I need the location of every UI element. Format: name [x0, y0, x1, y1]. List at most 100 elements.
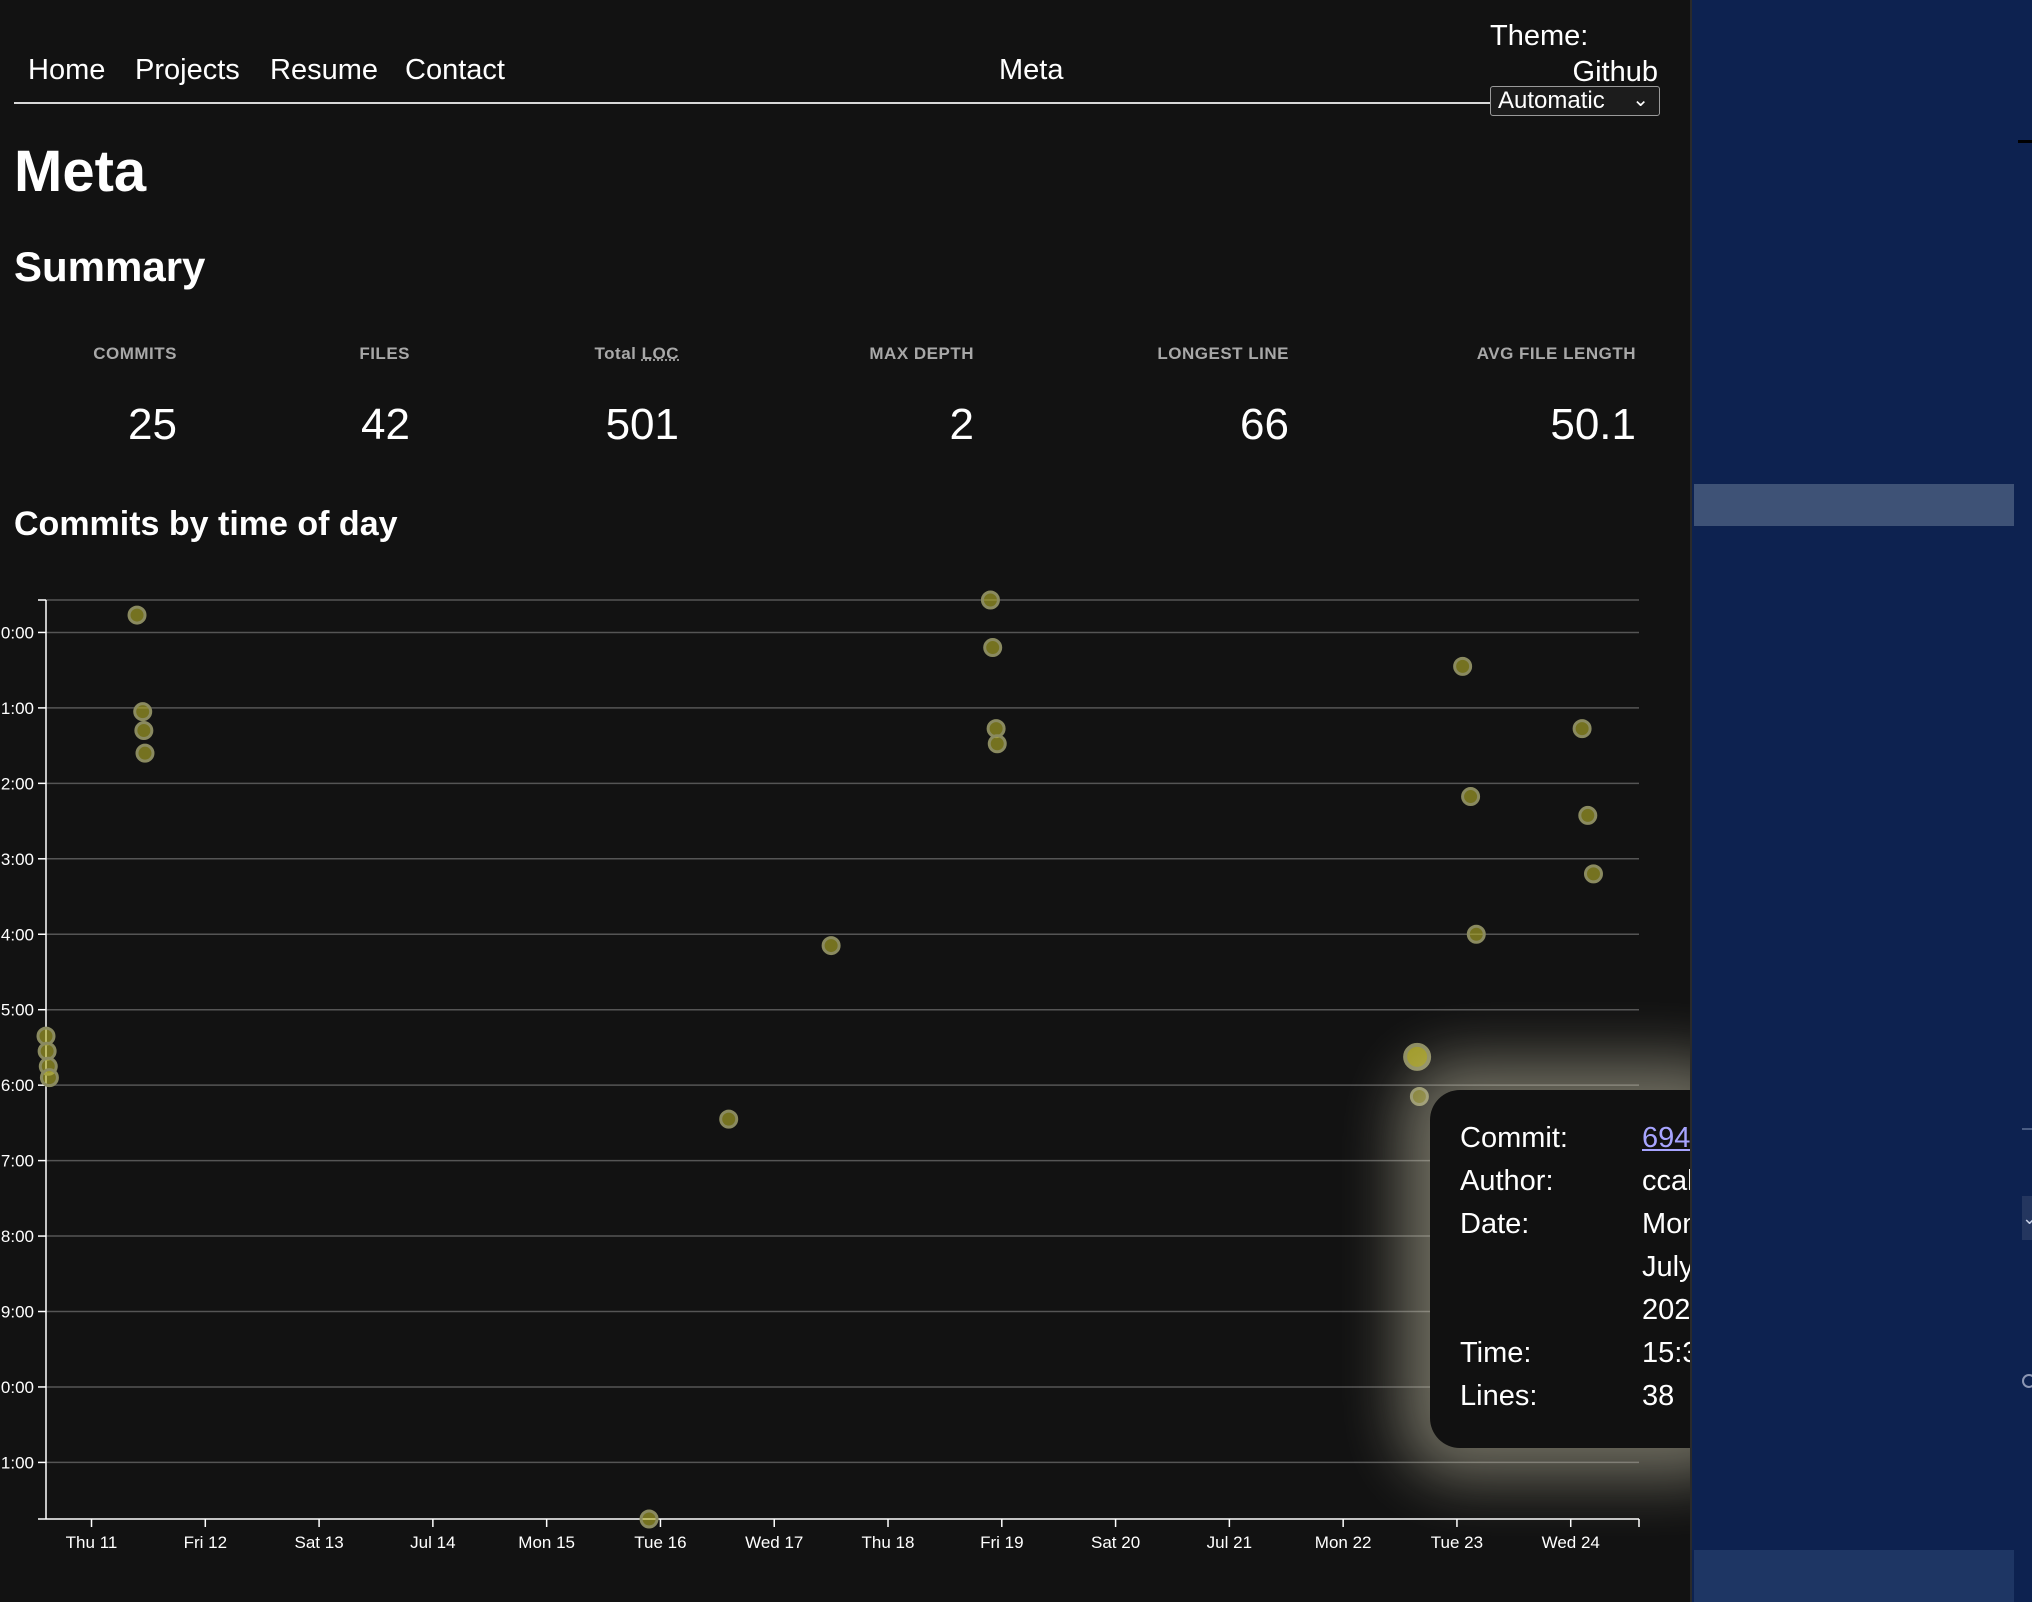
stat-label: COMMITS [93, 344, 177, 363]
commit-dot[interactable] [1409, 1086, 1429, 1106]
x-tick-label: Jul 14 [410, 1533, 455, 1552]
tooltip-time-label: Time: [1460, 1337, 1532, 1369]
tooltip-date-line3: 202 [1642, 1294, 1690, 1326]
tooltip-author-label: Author: [1460, 1165, 1554, 1197]
theme-label-github: Github [1572, 56, 1658, 88]
nav-contact-link[interactable]: Contact [405, 54, 505, 87]
commit-dot[interactable] [1453, 656, 1473, 676]
commit-dot[interactable] [1578, 805, 1598, 825]
chart-gridlines [46, 599, 1639, 1464]
tooltip-lines-label: Lines: [1460, 1380, 1538, 1412]
stat-label: FILES [359, 344, 410, 363]
commit-dot[interactable] [1466, 924, 1486, 944]
x-tick-label: Mon 15 [518, 1533, 575, 1552]
nav-home-link[interactable]: Home [28, 54, 105, 87]
commit-dot[interactable] [639, 1509, 659, 1529]
commit-dot[interactable] [986, 719, 1006, 739]
stat-max-depth: MAX DEPTH 2 [869, 344, 974, 450]
y-tick-label: 1:00 [1, 699, 34, 718]
commit-dot[interactable] [983, 638, 1003, 658]
y-tick-label: 7:00 [1, 1152, 34, 1171]
tooltip-date-line2: July [1642, 1251, 1690, 1283]
tooltip-lines-value: 38 [1642, 1380, 1675, 1412]
commit-dot[interactable] [135, 743, 155, 763]
commit-dot[interactable] [987, 734, 1007, 754]
summary-heading: Summary [14, 243, 206, 290]
stat-label: LONGEST LINE [1157, 344, 1289, 363]
commit-dot[interactable] [719, 1109, 739, 1129]
x-tick-label: Jul 21 [1207, 1533, 1252, 1552]
nav-meta-link[interactable]: Meta [999, 54, 1063, 87]
stat-commits: COMMITS 25 [93, 344, 177, 450]
commit-dot[interactable] [980, 590, 1000, 610]
x-tick-label: Tue 16 [634, 1533, 686, 1552]
tooltip-author-value: ccal [1642, 1165, 1690, 1197]
stat-value: 501 [605, 400, 679, 449]
chart-x-axis: Thu 11 Fri 12 Sat 13 Jul 14 Mon 15 Tue 16 Wed … [46, 1518, 1640, 1552]
panel-highlight-band [1694, 484, 2014, 526]
stat-label-prefix: Total [594, 344, 642, 363]
tooltip-date-line1: Mon [1642, 1208, 1690, 1240]
commit-dot[interactable] [1403, 1042, 1432, 1071]
x-tick-label: Fri 19 [980, 1533, 1023, 1552]
y-tick-label: 1:00 [1, 1453, 34, 1472]
tooltip-commit-link[interactable]: 694 [1642, 1122, 1690, 1155]
tooltip-date-label: Date: [1460, 1208, 1530, 1240]
stat-value: 66 [1240, 400, 1289, 449]
y-tick-label: 3:00 [1, 850, 34, 869]
commit-tooltip: Commit: 694 Author: ccal Date: Mon July … [1430, 1090, 1690, 1448]
x-tick-label: Sat 13 [295, 1533, 344, 1552]
panel-separator [2022, 1128, 2032, 1130]
x-tick-label: Sat 20 [1091, 1533, 1140, 1552]
commit-dot[interactable] [1461, 787, 1481, 807]
nav-projects-link[interactable]: Projects [135, 54, 240, 87]
commit-dot[interactable] [133, 702, 153, 722]
y-tick-label: 4:00 [1, 925, 34, 944]
x-tick-label: Thu 18 [862, 1533, 915, 1552]
stat-label: Total LOC [595, 344, 679, 364]
y-tick-label: 0:00 [1, 1378, 34, 1397]
stat-avg-file-length: AVG FILE LENGTH 50.1 [1400, 344, 1636, 450]
theme-select[interactable]: Automatic ⌄ [1490, 86, 1660, 116]
y-tick-label: 2:00 [1, 774, 34, 793]
stat-value: 42 [361, 400, 410, 449]
tooltip-commit-label: Commit: [1460, 1122, 1568, 1154]
top-nav: Home Projects Resume Contact Meta [14, 44, 1494, 104]
tooltip-time-value: 15:3 [1642, 1337, 1690, 1369]
panel-circle-icon [2022, 1374, 2032, 1388]
x-tick-label: Mon 22 [1315, 1533, 1372, 1552]
commit-dot[interactable] [821, 936, 841, 956]
commit-dot[interactable] [1572, 719, 1592, 739]
stat-files: FILES 42 [359, 344, 410, 450]
panel-chevron-icon[interactable]: ⌄ [2022, 1196, 2032, 1240]
y-tick-label: 5:00 [1, 1001, 34, 1020]
chart-y-axis: :0:00 1:00 2:00 3:00 4:00 5:00 6:00 7:00 8:00 9:0… [0, 599, 47, 1520]
theme-select-value: Automatic [1498, 87, 1605, 114]
commit-dot[interactable] [134, 721, 154, 741]
stat-longest-line: LONGEST LINE 66 [1157, 344, 1289, 450]
nav-resume-link[interactable]: Resume [270, 54, 378, 87]
y-tick-label: 6:00 [1, 1076, 34, 1095]
commit-dot[interactable] [36, 1026, 56, 1046]
x-tick-label: Wed 24 [1542, 1533, 1600, 1552]
page-title: Meta [14, 139, 147, 204]
x-tick-label: Tue 23 [1431, 1533, 1483, 1552]
stat-label-abbr: LOC [641, 344, 679, 363]
commit-dot[interactable] [127, 605, 147, 625]
stat-value: 2 [949, 400, 974, 449]
commit-dot[interactable] [1583, 864, 1603, 884]
commit-dot[interactable] [39, 1068, 59, 1088]
page: Home Projects Resume Contact Meta Theme:… [0, 0, 1690, 1602]
y-tick-label: 8:00 [1, 1227, 34, 1246]
stat-label: MAX DEPTH [869, 344, 974, 363]
stat-total-loc: Total LOC 501 [595, 344, 679, 450]
commit-dot[interactable] [37, 1041, 57, 1061]
x-tick-label: Fri 12 [184, 1533, 227, 1552]
stat-label: AVG FILE LENGTH [1476, 344, 1636, 363]
theme-label: Theme: Github [1490, 18, 1660, 90]
stat-value: 50.1 [1550, 400, 1636, 449]
chevron-down-icon: ⌄ [1632, 89, 1649, 111]
chart-title: Commits by time of day [14, 505, 398, 543]
theme-label-text: Theme: [1490, 20, 1589, 52]
y-tick-label: 9:00 [1, 1303, 34, 1322]
